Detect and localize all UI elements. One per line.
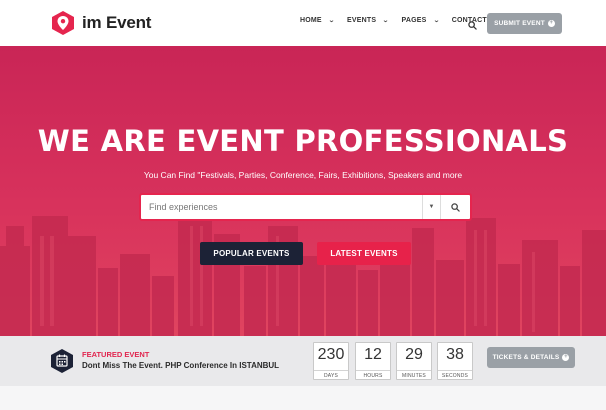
countdown-value: 38 — [446, 346, 464, 363]
logo-text: im Event — [82, 13, 152, 32]
countdown-unit: SECONDS — [438, 370, 472, 379]
city-skyline-image — [0, 214, 606, 336]
submit-event-label: SUBMIT EVENT — [494, 20, 545, 27]
location-pin-logo-icon — [50, 10, 76, 36]
category-dropdown-toggle[interactable]: ▼ — [422, 195, 440, 219]
countdown-value: 12 — [364, 346, 382, 363]
countdown-unit: MINUTES — [397, 370, 431, 379]
main-nav: HOME ⌄ EVENTS ⌄ PAGES ⌄ CONTACT US — [300, 17, 512, 24]
tickets-details-button[interactable]: TICKETS & DETAILS + — [487, 347, 575, 368]
popular-events-button[interactable]: POPULAR EVENTS — [200, 242, 303, 265]
featured-event-title[interactable]: Dont Miss The Event. PHP Conference In I… — [82, 361, 279, 370]
search-input[interactable] — [141, 195, 422, 219]
countdown-seconds: 38 SECONDS — [437, 342, 473, 380]
site-header: im Event HOME ⌄ EVENTS ⌄ PAGES ⌄ CONTACT… — [0, 0, 606, 46]
submit-event-button[interactable]: SUBMIT EVENT + — [487, 13, 562, 34]
nav-label: PAGES — [401, 17, 427, 24]
nav-item-home[interactable]: HOME ⌄ — [300, 17, 335, 24]
nav-item-pages[interactable]: PAGES ⌄ — [401, 17, 440, 24]
countdown-unit: HOURS — [356, 370, 390, 379]
countdown-unit: DAYS — [314, 370, 348, 379]
hero-title: WE ARE EVENT PROFESSIONALS — [37, 124, 569, 158]
tickets-details-label: TICKETS & DETAILS — [492, 354, 560, 361]
plus-circle-icon: + — [562, 354, 570, 361]
search-bar: ▼ — [139, 193, 472, 221]
caret-down-icon: ▼ — [428, 204, 435, 210]
countdown-value: 230 — [317, 346, 345, 363]
countdown-days: 230 DAYS — [313, 342, 349, 380]
hero-section: WE ARE EVENT PROFESSIONALS You Can Find … — [0, 46, 606, 336]
countdown-minutes: 29 MINUTES — [396, 342, 432, 380]
featured-event-label: FEATURED EVENT — [82, 350, 150, 359]
chevron-down-icon: ⌄ — [382, 18, 390, 24]
countdown-value: 29 — [405, 346, 423, 363]
latest-events-button[interactable]: LATEST EVENTS — [317, 242, 411, 265]
search-icon — [451, 202, 460, 212]
featured-event-bar: FEATURED EVENT Dont Miss The Event. PHP … — [0, 336, 606, 386]
plus-circle-icon: + — [547, 20, 555, 27]
countdown-hours: 12 HOURS — [355, 342, 391, 380]
nav-label: HOME — [300, 17, 322, 24]
nav-item-events[interactable]: EVENTS ⌄ — [347, 17, 390, 24]
chevron-down-icon: ⌄ — [328, 18, 335, 24]
search-submit-button[interactable] — [440, 195, 470, 219]
nav-label: EVENTS — [347, 17, 377, 24]
search-icon[interactable] — [468, 17, 477, 30]
calendar-icon — [50, 348, 74, 374]
page-bottom-strip — [0, 386, 606, 410]
site-logo[interactable]: im Event — [50, 10, 151, 36]
hero-subtitle: You Can Find "Festivals, Parties, Confer… — [143, 170, 463, 180]
chevron-down-icon: ⌄ — [432, 18, 440, 24]
